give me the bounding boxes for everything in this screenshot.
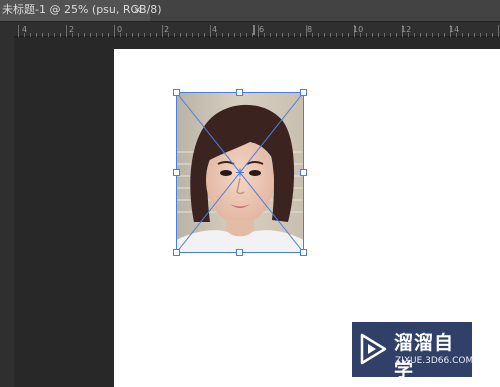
transform-handle-bottom-left[interactable] bbox=[173, 249, 180, 256]
transform-handle-bottom-right[interactable] bbox=[300, 249, 307, 256]
transform-handle-top[interactable] bbox=[236, 89, 243, 96]
watermark-title: 溜溜自学 bbox=[394, 332, 455, 381]
play-triangle-icon bbox=[360, 333, 387, 365]
transform-handle-right[interactable] bbox=[300, 169, 307, 176]
transform-handle-top-right[interactable] bbox=[300, 89, 307, 96]
transform-handle-bottom[interactable] bbox=[236, 249, 243, 256]
watermark-badge: 溜溜自学 ZIXUE.3D66.COM bbox=[352, 322, 474, 381]
transform-handle-left[interactable] bbox=[173, 169, 180, 176]
transform-handle-top-left[interactable] bbox=[173, 89, 180, 96]
watermark-url: ZIXUE.3D66.COM bbox=[395, 356, 474, 366]
